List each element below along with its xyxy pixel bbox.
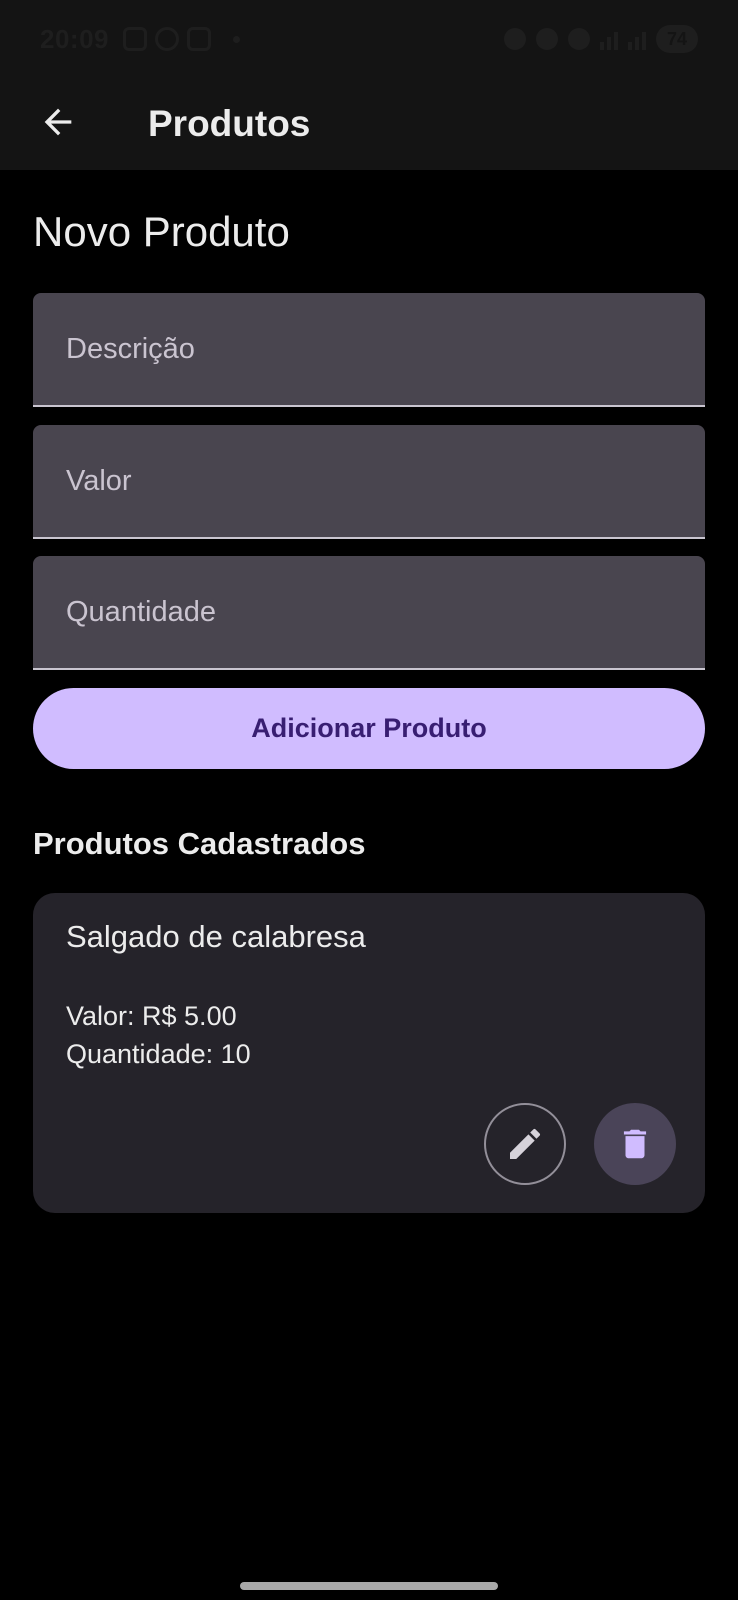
signal-icon (600, 28, 618, 50)
registered-products-heading: Produtos Cadastrados (33, 826, 366, 861)
instagram-icon (187, 27, 211, 51)
status-bar: 20:09 74 (0, 0, 738, 78)
description-field[interactable] (33, 293, 705, 407)
product-quantity: Quantidade: 10 (66, 1039, 251, 1069)
page-title: Produtos (148, 103, 311, 144)
whatsapp-icon (155, 27, 179, 51)
add-product-button[interactable]: Adicionar Produto (33, 688, 705, 769)
home-indicator[interactable] (240, 1582, 498, 1590)
signal-icon-2 (628, 28, 646, 50)
edit-button[interactable] (484, 1103, 566, 1185)
quantity-field[interactable] (33, 556, 705, 670)
wifi-icon (568, 28, 590, 50)
pencil-icon (510, 1128, 541, 1159)
product-name: Salgado de calabresa (66, 919, 366, 954)
new-product-heading: Novo Produto (33, 208, 290, 255)
system-icons: 74 (504, 25, 698, 53)
quantity-input[interactable] (66, 556, 705, 668)
more-notifications-icon (233, 35, 240, 43)
price-field[interactable] (33, 425, 705, 539)
description-input[interactable] (66, 293, 705, 405)
status-time: 20:09 (40, 23, 109, 54)
screenshot-icon (123, 27, 147, 51)
app-bar: Produtos (0, 78, 738, 170)
battery-indicator: 74 (656, 25, 698, 53)
notification-icons (123, 27, 240, 51)
back-button[interactable] (34, 98, 82, 146)
do-not-disturb-icon (504, 28, 526, 50)
product-card: Salgado de calabresa Valor: R$ 5.00 Quan… (33, 893, 705, 1213)
product-price: Valor: R$ 5.00 (66, 1001, 237, 1031)
trash-icon (623, 1129, 647, 1159)
delete-button[interactable] (594, 1103, 676, 1185)
price-input[interactable] (66, 425, 705, 537)
app-screen: 20:09 74 Produtos Novo Produto Descrição… (0, 0, 738, 1600)
mute-icon (536, 28, 558, 50)
arrow-back-icon (44, 108, 72, 136)
